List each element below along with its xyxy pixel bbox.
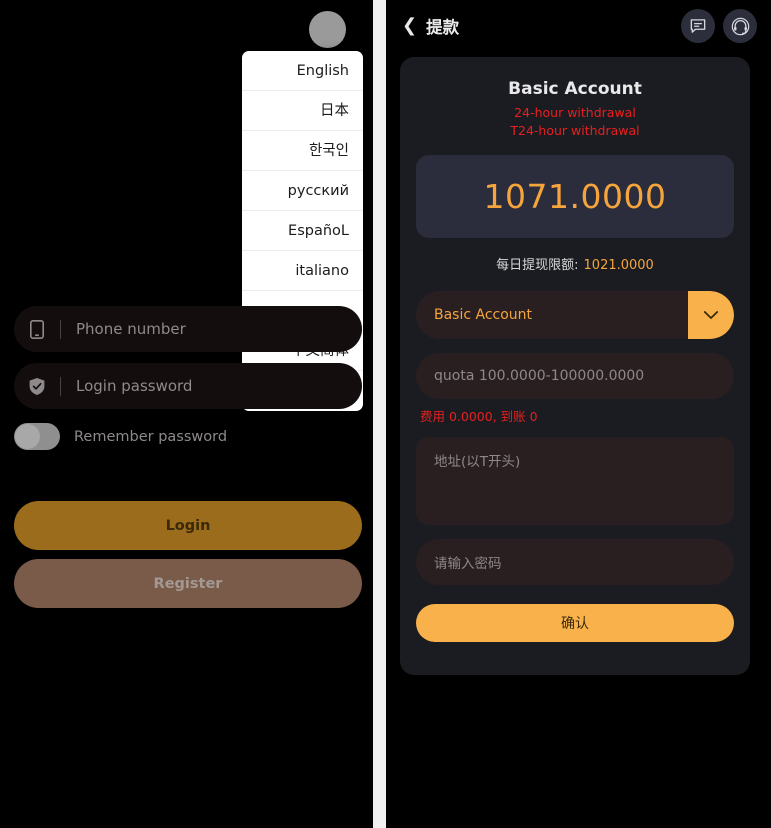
page-title: 提款 [426, 18, 460, 37]
app-screen: English 日本 한국인 русский EspañoL italiano … [0, 0, 771, 828]
daily-limit-label: 每日提现限额: [496, 258, 579, 273]
language-option-russian[interactable]: русский [242, 171, 363, 211]
confirm-button[interactable]: 确认 [416, 604, 734, 642]
remember-password-toggle[interactable] [14, 423, 60, 450]
message-bubble-icon[interactable] [681, 9, 715, 43]
balance-value: 1071.0000 [483, 177, 667, 216]
balance-card: 1071.0000 [416, 155, 734, 238]
chevron-left-icon[interactable]: ❮ [402, 17, 417, 35]
panel-divider [373, 0, 386, 828]
language-option-korean[interactable]: 한국인 [242, 131, 363, 171]
shield-icon [14, 377, 60, 396]
toggle-knob [15, 424, 40, 449]
register-button[interactable]: Register [14, 559, 362, 608]
withdrawal-note-2: T24-hour withdrawal [510, 123, 640, 138]
withdrawal-note-1: 24-hour withdrawal [514, 105, 636, 120]
language-option-spanish[interactable]: EspañoL [242, 211, 363, 251]
phone-number-field[interactable]: Phone number [14, 306, 362, 352]
account-type-title: Basic Account [508, 79, 642, 99]
login-password-field[interactable]: Login password [14, 363, 362, 409]
address-input[interactable]: 地址(以T开头) [416, 437, 734, 525]
phone-number-input[interactable]: Phone number [61, 320, 186, 338]
header-actions [681, 9, 757, 43]
mobile-phone-icon [14, 319, 60, 339]
login-password-input[interactable]: Login password [61, 377, 192, 395]
remember-password-label: Remember password [74, 428, 228, 445]
language-option-english[interactable]: English [242, 51, 363, 91]
language-option-japanese[interactable]: 日本 [242, 91, 363, 131]
fee-note: 费用 0.0000, 到账 0 [420, 409, 538, 424]
withdrawal-panel: ❮ 提款 Basic Account 24-hour withdrawal T2… [386, 0, 771, 828]
headset-support-icon[interactable] [723, 9, 757, 43]
withdrawal-card: Basic Account 24-hour withdrawal T24-hou… [400, 57, 750, 675]
login-button[interactable]: Login [14, 501, 362, 550]
language-dropdown-menu[interactable]: English 日本 한국인 русский EspañoL italiano … [242, 51, 363, 411]
chevron-down-icon[interactable] [688, 291, 734, 339]
amount-input[interactable]: quota 100.0000-100000.0000 [416, 353, 734, 399]
withdrawal-header: ❮ 提款 [386, 0, 771, 52]
avatar-circle-icon[interactable] [309, 11, 346, 48]
remember-password-row[interactable]: Remember password [14, 423, 227, 450]
login-panel: English 日本 한국인 русский EspañoL italiano … [0, 0, 373, 828]
daily-limit-value: 1021.0000 [583, 258, 654, 273]
daily-limit-row: 每日提现限额: 1021.0000 [416, 254, 734, 273]
language-option-italian[interactable]: italiano [242, 251, 363, 291]
account-select-value: Basic Account [434, 307, 533, 323]
account-select[interactable]: Basic Account [416, 291, 734, 339]
withdraw-password-input[interactable]: 请输入密码 [416, 539, 734, 585]
